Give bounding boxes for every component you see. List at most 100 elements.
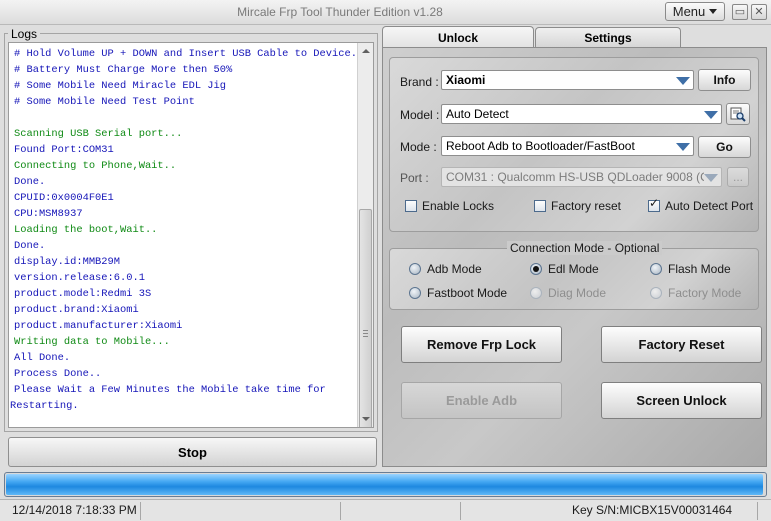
radio-label: Fastboot Mode [427, 286, 508, 300]
radio-label: Edl Mode [548, 262, 599, 276]
close-button[interactable]: ✕ [751, 4, 767, 20]
status-divider [757, 502, 758, 520]
menu-label: Menu [672, 4, 706, 19]
brand-select[interactable]: Xiaomi [441, 70, 694, 90]
model-select[interactable]: Auto Detect [441, 104, 722, 124]
radio-icon [409, 287, 421, 299]
log-line: Loading the boot,Wait.. [14, 224, 158, 236]
chevron-down-icon [703, 171, 718, 184]
progress-fill [6, 474, 763, 495]
brand-value: Xiaomi [446, 73, 486, 87]
scroll-down-button[interactable] [358, 411, 373, 427]
chevron-down-icon [675, 74, 690, 87]
radio-icon [650, 263, 662, 275]
progress-bar [4, 472, 767, 497]
checkmark-icon: ✓ [649, 196, 660, 210]
grip-icon [363, 330, 368, 331]
log-line: Process Done.. [14, 368, 102, 380]
log-line: Please Wait a Few Minutes the Mobile tak… [14, 384, 326, 396]
checkbox-box: ✓ [648, 196, 660, 212]
factory-reset-label: Factory reset [551, 199, 622, 213]
tab-unlock[interactable]: Unlock [382, 26, 534, 48]
radio-factory-mode[interactable]: Factory Mode [650, 286, 741, 300]
log-line: # Some Mobile Need Miracle EDL Jig [14, 80, 227, 92]
log-line: Done. [14, 240, 46, 252]
log-line: Writing data to Mobile... [14, 336, 170, 348]
log-line: Found Port:COM31 [14, 144, 114, 156]
info-button[interactable]: Info [698, 69, 751, 91]
log-line: product.brand:Xiaomi [14, 304, 139, 316]
scroll-up-button[interactable] [358, 43, 373, 59]
screen-unlock-button[interactable]: Screen Unlock [601, 382, 762, 419]
stop-button[interactable]: Stop [8, 437, 377, 467]
log-line: All Done. [14, 352, 71, 364]
port-label: Port : [400, 171, 429, 185]
log-line: version.release:6.0.1 [14, 272, 145, 284]
log-scrollbar[interactable] [357, 43, 373, 427]
log-line: Scanning USB Serial port... [14, 128, 183, 140]
model-label: Model : [400, 108, 440, 122]
mode-value: Reboot Adb to Bootloader/FastBoot [446, 139, 635, 153]
log-line: # Some Mobile Need Test Point [14, 96, 195, 108]
radio-label: Flash Mode [668, 262, 731, 276]
radio-icon [530, 287, 542, 299]
go-button[interactable]: Go [698, 136, 751, 158]
arrow-down-icon [361, 417, 370, 421]
radio-diag-mode[interactable]: Diag Mode [530, 286, 606, 300]
radio-label: Diag Mode [548, 286, 607, 300]
port-select[interactable]: COM31 : Qualcomm HS-USB QDLoader 9008 (C… [441, 167, 722, 187]
chevron-down-icon [709, 9, 718, 14]
radio-label: Adb Mode [427, 262, 482, 276]
logs-caption: Logs [8, 27, 41, 41]
status-divider [460, 502, 461, 520]
log-line: product.model:Redmi 3S [14, 288, 152, 300]
connection-mode-box [389, 248, 759, 310]
window-title: Mircale Frp Tool Thunder Edition v1.28 [237, 5, 443, 19]
radio-adb-mode[interactable]: Adb Mode [409, 262, 482, 276]
auto-detect-port-label: Auto Detect Port [665, 199, 754, 213]
status-datetime: 12/14/2018 7:18:33 PM [12, 503, 137, 517]
enable-adb-button[interactable]: Enable Adb [401, 382, 562, 419]
model-search-button[interactable] [726, 103, 750, 125]
arrow-up-icon [361, 49, 370, 53]
log-line: # Hold Volume UP + DOWN and Insert USB C… [14, 48, 357, 60]
logs-group: # Hold Volume UP + DOWN and Insert USB C… [4, 33, 378, 432]
close-icon: ✕ [754, 6, 764, 18]
mode-select[interactable]: Reboot Adb to Bootloader/FastBoot [441, 136, 694, 156]
status-divider [340, 502, 341, 520]
log-line: Done. [14, 176, 46, 188]
radio-icon [650, 287, 662, 299]
port-value: COM31 : Qualcomm HS-USB QDLoader 9008 (C… [446, 170, 704, 184]
factory-reset-button[interactable]: Factory Reset [601, 326, 762, 363]
radio-edl-mode[interactable]: Edl Mode [530, 262, 599, 276]
log-line: # Battery Must Charge More then 50% [14, 64, 233, 76]
minimize-button[interactable]: ▭ [732, 4, 748, 20]
radio-flash-mode[interactable]: Flash Mode [650, 262, 731, 276]
minimize-icon: ▭ [734, 6, 746, 18]
log-output[interactable]: # Hold Volume UP + DOWN and Insert USB C… [8, 42, 374, 428]
factory-reset-checkbox[interactable]: Factory reset [534, 199, 621, 213]
magnifier-icon [730, 107, 746, 122]
port-browse-button[interactable]: ... [727, 167, 749, 187]
log-lines: # Hold Volume UP + DOWN and Insert USB C… [10, 46, 359, 414]
tab-settings[interactable]: Settings [535, 27, 681, 47]
auto-detect-port-checkbox[interactable]: ✓ Auto Detect Port [648, 196, 754, 213]
log-line: Restarting. [10, 400, 79, 412]
enable-locks-label: Enable Locks [422, 199, 495, 213]
grip-icon [363, 336, 368, 337]
log-line: display.id:MMB29M [14, 256, 121, 268]
log-line: CPU:MSM8937 [14, 208, 83, 220]
status-key-sn: Key S/N:MICBX15V00031464 [572, 503, 733, 517]
title-bar: Mircale Frp Tool Thunder Edition v1.28 M… [0, 0, 771, 25]
checkbox-box [534, 200, 546, 212]
scroll-thumb[interactable] [359, 209, 372, 427]
status-divider [140, 502, 141, 520]
menu-button[interactable]: Menu [665, 2, 725, 21]
log-line: CPUID:0x0004F0E1 [14, 192, 114, 204]
radio-fastboot-mode[interactable]: Fastboot Mode [409, 286, 507, 300]
enable-locks-checkbox[interactable]: Enable Locks [405, 199, 494, 213]
checkbox-box [405, 200, 417, 212]
connection-mode-caption: Connection Mode - Optional [507, 241, 663, 255]
remove-frp-lock-button[interactable]: Remove Frp Lock [401, 326, 562, 363]
